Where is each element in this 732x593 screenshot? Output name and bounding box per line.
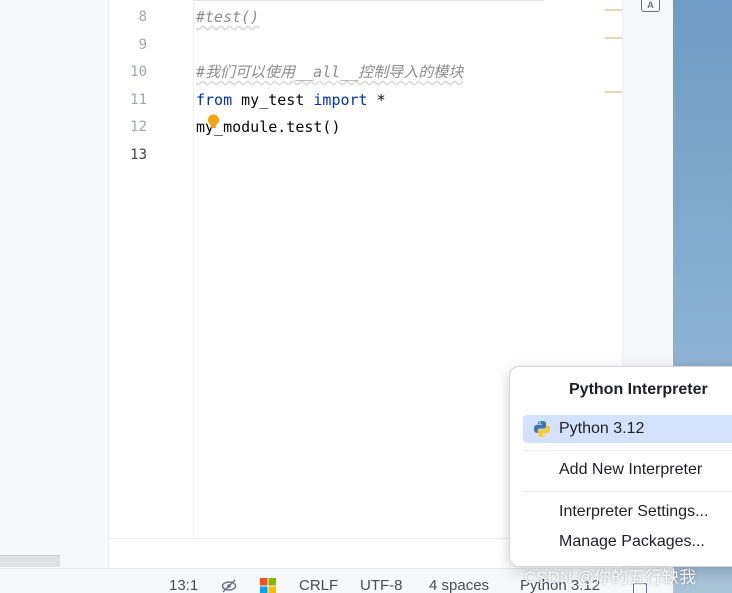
popup-divider: [523, 491, 732, 492]
line-number: 11: [130, 92, 147, 108]
warning-marker[interactable]: [605, 37, 622, 39]
hidden-eye-icon[interactable]: [221, 578, 237, 593]
code-line-11[interactable]: from my_test import *: [196, 87, 386, 114]
ai-assistant-icon[interactable]: A: [641, 0, 660, 12]
line-number: 12: [130, 119, 147, 135]
menu-label: Interpreter Settings...: [559, 503, 709, 520]
horizontal-scrollbar[interactable]: [0, 555, 60, 567]
code-line-10[interactable]: #我们可以使用__all__控制导入的模块: [196, 59, 463, 86]
module-name: my_test: [232, 91, 314, 109]
python-logo-icon: [534, 421, 550, 437]
warning-marker[interactable]: [605, 9, 622, 11]
top-divider: [194, 0, 544, 1]
caret-position[interactable]: 13:1: [169, 577, 198, 593]
watermark-text: CSDN @你的五行缺我: [524, 568, 697, 587]
line-number-gutter[interactable]: 8 9 10 11 12 13: [109, 0, 194, 538]
windows-logo-icon[interactable]: [260, 578, 276, 593]
indent-selector[interactable]: 4 spaces: [429, 577, 489, 593]
line-number: 9: [138, 37, 147, 53]
code-line-8[interactable]: #test(): [196, 4, 259, 31]
keyword-from: from: [196, 91, 233, 109]
interpreter-settings-item[interactable]: Interpreter Settings...: [523, 498, 732, 526]
add-new-interpreter-item[interactable]: Add New Interpreter: [523, 456, 732, 484]
line-number: 8: [138, 9, 147, 25]
interpreter-option-python-3-12[interactable]: Python 3.12: [523, 415, 732, 443]
comment-text: #test(): [196, 8, 260, 26]
menu-label: Add New Interpreter: [559, 461, 703, 478]
interpreter-option-label: Python 3.12: [559, 420, 645, 437]
line-number: 10: [130, 64, 147, 80]
line-ending-selector[interactable]: CRLF: [299, 577, 338, 593]
keyword-import: import: [313, 91, 368, 109]
import-star: *: [367, 91, 386, 109]
popup-divider: [523, 450, 732, 451]
manage-packages-item[interactable]: Manage Packages...: [523, 528, 732, 556]
python-interpreter-popup: Python Interpreter Python 3.12 Add New I…: [509, 366, 732, 567]
warning-marker[interactable]: [605, 91, 622, 93]
line-number-current: 13: [130, 147, 147, 163]
encoding-selector[interactable]: UTF-8: [360, 577, 403, 593]
popup-title: Python Interpreter: [569, 381, 708, 398]
menu-label: Manage Packages...: [559, 533, 705, 550]
lightbulb-icon[interactable]: [207, 114, 220, 130]
project-tool-window: [0, 0, 109, 568]
comment-text: #我们可以使用__all__控制导入的模块: [196, 63, 464, 81]
